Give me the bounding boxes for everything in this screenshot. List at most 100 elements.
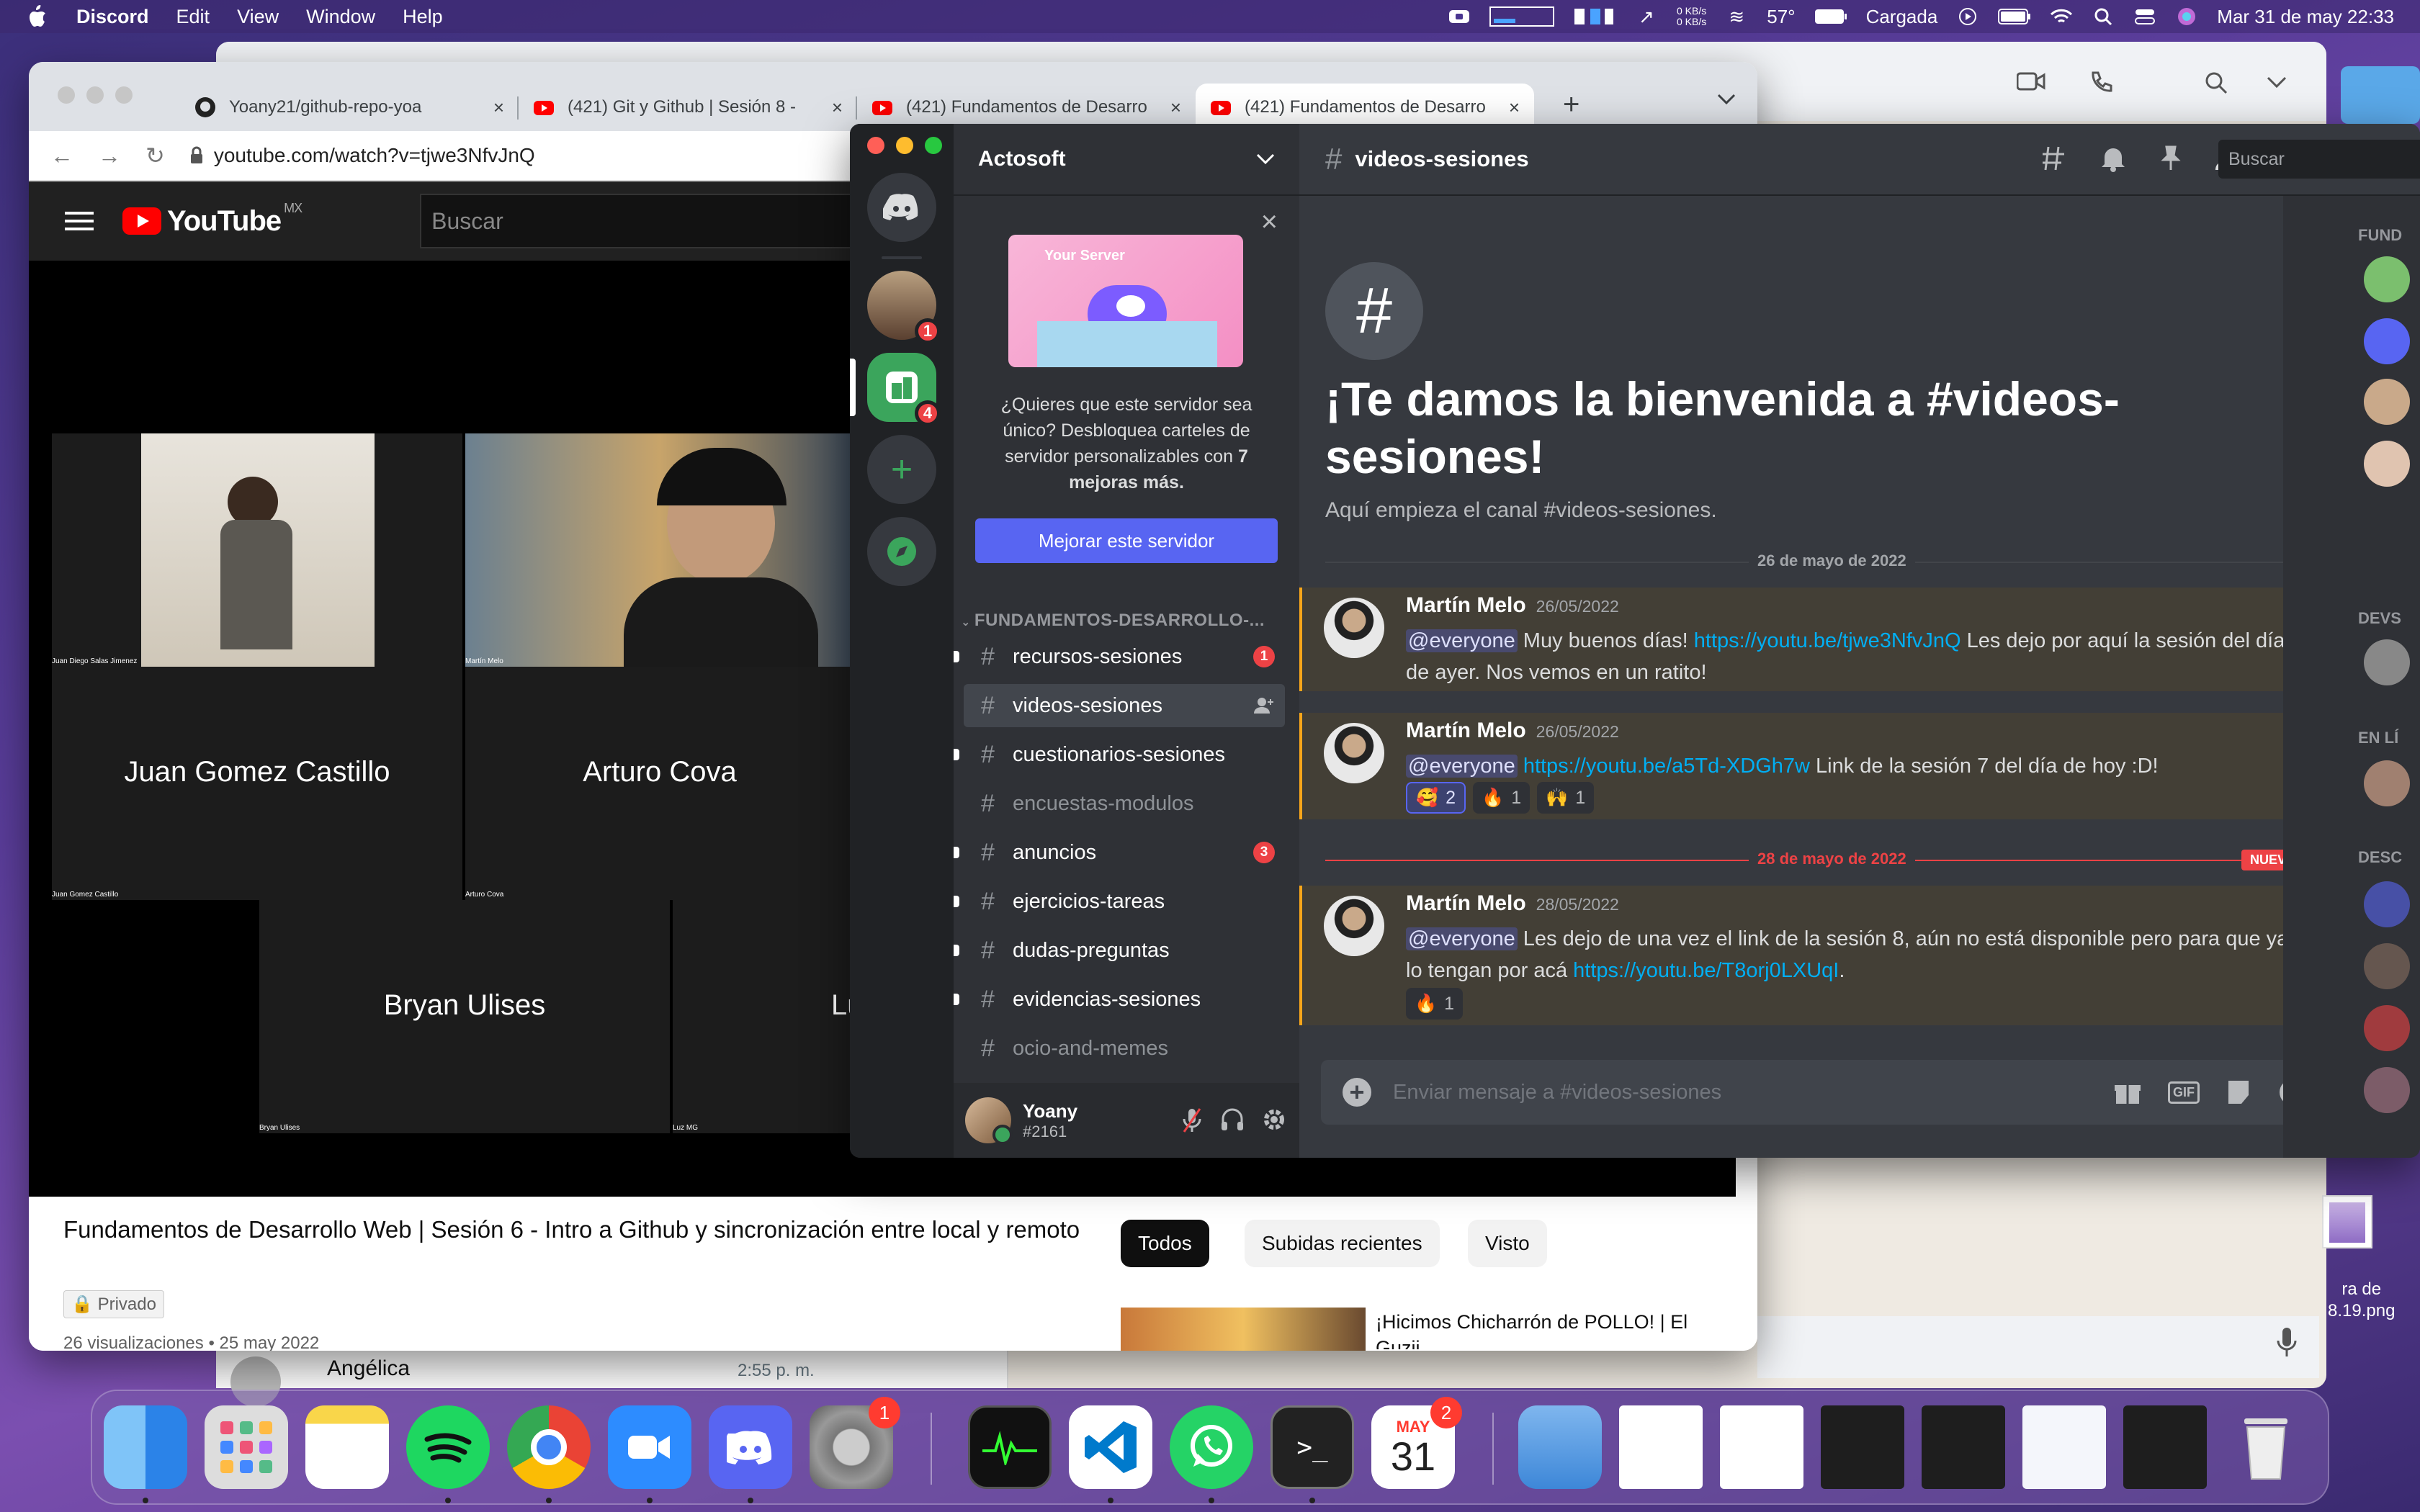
recent-vscode-window-thumbnail[interactable] (2123, 1405, 2207, 1489)
reaction-fire[interactable]: 🔥 1 (1473, 782, 1531, 814)
upload-plus-icon[interactable]: + (1343, 1077, 1371, 1107)
member-avatar[interactable] (2364, 1005, 2410, 1051)
channel-ocio-and-memes[interactable]: # ocio-and-memes (964, 1027, 1285, 1070)
channel-ejercicios-tareas[interactable]: # ejercicios-tareas (954, 880, 1285, 923)
member-avatar[interactable] (2364, 760, 2410, 806)
member-avatar[interactable] (2364, 441, 2410, 487)
chat-search-icon[interactable] (2204, 71, 2228, 95)
new-tab-button[interactable]: + (1563, 89, 1579, 121)
system-preferences-icon[interactable]: 1 (810, 1397, 900, 1489)
reaction-heart-eyes[interactable]: 🥰 2 (1406, 782, 1466, 814)
tab-close-icon[interactable]: × (1170, 96, 1181, 119)
forward-arrow-icon[interactable]: → (98, 143, 121, 169)
browser-tab-git-sesion8[interactable]: (421) Git y Github | Sesión 8 - × (519, 84, 857, 131)
battery-icon[interactable] (1998, 6, 2031, 27)
battery-status[interactable]: Cargada (1866, 6, 1938, 28)
recent-vscode-window-thumbnail[interactable] (1922, 1405, 2005, 1489)
user-avatar[interactable] (965, 1097, 1013, 1145)
hamburger-menu-icon[interactable] (65, 207, 94, 235)
spotify-icon[interactable] (406, 1405, 490, 1489)
member-avatar[interactable] (2364, 639, 2410, 685)
mute-microphone-icon[interactable] (1181, 1107, 1203, 1133)
minimize-window-button[interactable] (896, 137, 913, 154)
message-avatar[interactable] (1324, 896, 1384, 956)
channel-encuestas-modulos[interactable]: # encuestas-modulos (964, 782, 1285, 825)
message[interactable]: Martín Melo 28/05/2022 @everyone Les dejo… (1299, 886, 2323, 1025)
chat-contact-name[interactable]: Angélica (327, 1356, 410, 1381)
desktop-file-thumbnail[interactable] (2322, 1195, 2372, 1248)
sticker-icon[interactable] (2226, 1078, 2251, 1107)
tab-search-chevron-icon[interactable] (1717, 94, 1736, 105)
reload-icon[interactable]: ↻ (145, 142, 165, 169)
maximize-window-button[interactable] (115, 86, 133, 104)
tab-close-icon[interactable]: × (493, 96, 504, 119)
battery-charged-icon[interactable] (1814, 6, 1847, 27)
back-arrow-icon[interactable]: ← (50, 143, 73, 169)
terminal-icon[interactable]: >_ (1270, 1405, 1354, 1489)
tab-close-icon[interactable]: × (832, 96, 843, 119)
member-avatar[interactable] (2364, 379, 2410, 425)
chip-visto[interactable]: Visto (1468, 1220, 1547, 1267)
desktop-folder-icon[interactable] (2341, 66, 2420, 124)
message-composer[interactable]: + Enviar mensaje a #videos-sesiones GIF (1321, 1060, 2325, 1125)
member-avatar[interactable] (2364, 256, 2410, 302)
phone-icon[interactable] (2089, 71, 2113, 95)
channel-dudas-preguntas[interactable]: # dudas-preguntas (954, 929, 1285, 972)
member-avatar[interactable] (2364, 881, 2410, 927)
camera-status-icon[interactable] (1448, 6, 1471, 27)
channel-cuestionarios-sesiones[interactable]: # cuestionarios-sesiones (954, 733, 1285, 776)
discord-dock-icon[interactable] (709, 1405, 792, 1489)
desktop-file-label[interactable]: ra de 8.19.png (2328, 1279, 2395, 1322)
temperature-label[interactable]: 57° (1767, 6, 1795, 28)
add-server-button[interactable]: + (867, 435, 936, 504)
gif-button[interactable]: GIF (2168, 1081, 2200, 1104)
member-avatar[interactable] (2364, 318, 2410, 364)
channel-evidencias-sesiones[interactable]: # evidencias-sesiones (954, 978, 1285, 1021)
everyone-mention[interactable]: @everyone (1406, 629, 1518, 652)
server-header[interactable]: Actosoft (954, 124, 1299, 196)
headphones-icon[interactable] (1220, 1107, 1245, 1132)
whatsapp-icon[interactable] (1170, 1405, 1253, 1489)
network-stats[interactable]: 0 KB/s 0 KB/s (1677, 6, 1706, 27)
video-call-icon[interactable] (2017, 71, 2045, 92)
tab-close-icon[interactable]: × (1509, 96, 1520, 119)
vscode-icon[interactable] (1069, 1405, 1152, 1489)
microphone-icon[interactable] (2276, 1326, 2298, 1359)
zoom-icon[interactable] (608, 1405, 691, 1489)
server-actosoft[interactable]: 4 (867, 353, 941, 426)
message-link[interactable]: https://youtu.be/tjwe3NfvJnQ (1694, 629, 1961, 652)
siri-icon[interactable] (2175, 6, 2198, 27)
minimize-window-button[interactable] (86, 86, 104, 104)
user-settings-gear-icon[interactable] (1262, 1107, 1286, 1132)
maximize-window-button[interactable] (925, 137, 942, 154)
menu-app-name[interactable]: Discord (76, 6, 149, 28)
close-window-button[interactable] (58, 86, 75, 104)
url-field[interactable]: youtube.com/watch?v=tjwe3NfvJnQ (214, 144, 535, 167)
channel-category[interactable]: ⌄ FUNDAMENTOS-DESARROLLO-... (961, 611, 1265, 631)
reaction-fire[interactable]: 🔥 1 (1406, 988, 1464, 1020)
memory-icon[interactable] (1573, 6, 1616, 27)
message-avatar[interactable] (1324, 598, 1384, 658)
recent-finder-window-thumbnail[interactable] (2022, 1405, 2106, 1489)
notes-icon[interactable] (305, 1405, 389, 1489)
spotlight-search-icon[interactable] (2092, 6, 2115, 27)
discord-home-button[interactable] (867, 173, 936, 242)
message-author[interactable]: Martín Melo (1406, 593, 1526, 617)
apple-icon[interactable] (26, 4, 48, 29)
member-avatar[interactable] (2364, 943, 2410, 989)
dm-avatar[interactable]: 1 (867, 271, 941, 344)
youtube-logo[interactable]: YouTube MX (122, 201, 302, 238)
downloads-folder-icon[interactable] (1518, 1405, 1602, 1489)
launchpad-icon[interactable] (205, 1405, 288, 1489)
promo-close-icon[interactable]: × (1261, 206, 1278, 238)
close-window-button[interactable] (867, 137, 884, 154)
recent-file-thumbnail[interactable] (1720, 1405, 1803, 1489)
menu-view[interactable]: View (237, 6, 279, 28)
activity-monitor-icon[interactable] (968, 1405, 1052, 1489)
message[interactable]: Martín Melo 26/05/2022 @everyone https://… (1299, 713, 2323, 819)
discord-search-input[interactable]: Buscar (2218, 140, 2420, 179)
message-author[interactable]: Martín Melo (1406, 891, 1526, 915)
clock[interactable]: Mar 31 de may 22:33 (2217, 6, 2394, 28)
gift-icon[interactable] (2113, 1078, 2142, 1107)
message[interactable]: Martín Melo 26/05/2022 @everyone Muy buen… (1299, 588, 2323, 691)
